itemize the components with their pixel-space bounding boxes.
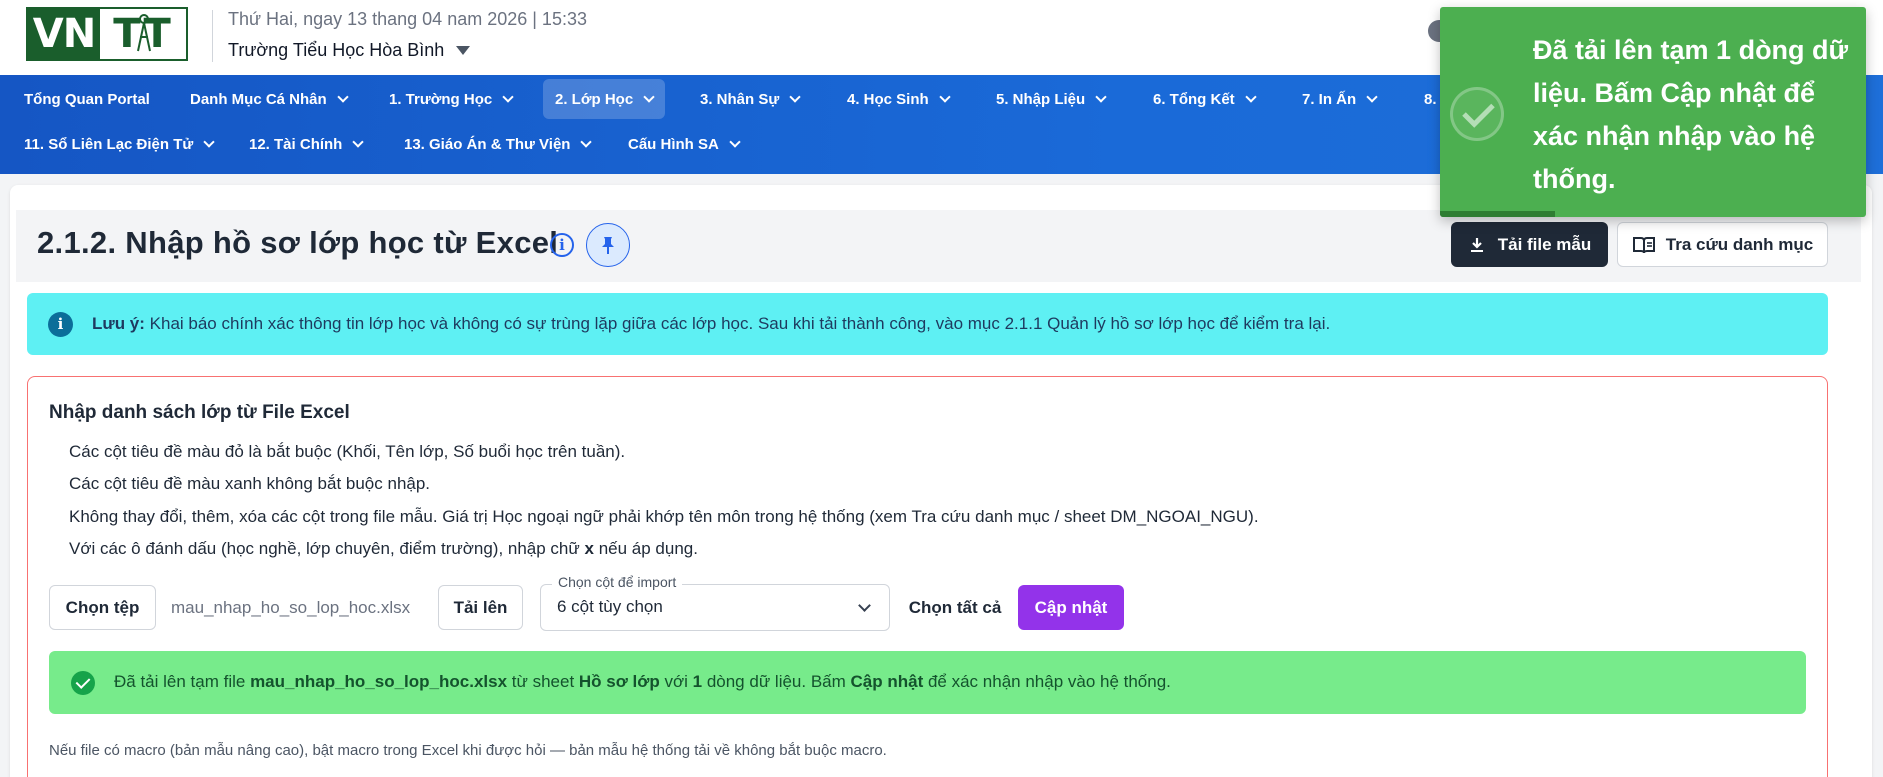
chevron-down-icon <box>352 136 365 148</box>
pin-button[interactable] <box>586 223 630 267</box>
nav-item-tong-quan-portal[interactable]: Tổng Quan Portal <box>12 79 162 119</box>
column-select-label: Chọn cột để import <box>552 574 683 590</box>
antenna-icon <box>137 14 151 52</box>
chevron-down-icon <box>1095 91 1107 103</box>
check-circle-icon <box>1450 87 1504 141</box>
nav-item-tong-ket[interactable]: 6. Tổng Kết <box>1141 79 1267 119</box>
rule-no-change-columns: Không thay đổi, thêm, xóa các cột trong … <box>69 507 1259 526</box>
nav-item-nhap-lieu[interactable]: 5. Nhập Liệu <box>984 79 1117 119</box>
nav-item-danh-muc-ca-nhan[interactable]: Danh Mục Cá Nhân <box>178 79 359 119</box>
selected-file-name: mau_nhap_ho_so_lop_hoc.xlsx <box>171 598 411 617</box>
macro-note: Nếu file có macro (bản mẫu nâng cao), bậ… <box>49 742 887 759</box>
school-selector[interactable]: Trường Tiểu Học Hòa Bình <box>228 40 471 61</box>
chevron-down-icon <box>729 136 741 148</box>
info-circle-icon: i <box>48 312 73 337</box>
chevron-down-icon <box>502 91 514 103</box>
lookup-catalog-button[interactable]: Tra cứu danh mục <box>1617 222 1828 267</box>
choose-file-button[interactable]: Chọn tệp <box>49 585 156 630</box>
import-title: Nhập danh sách lớp từ File Excel <box>49 402 350 423</box>
nav-item-so-lien-lac[interactable]: 11. Sổ Liên Lạc Điện Tử <box>12 124 225 164</box>
chevron-down-icon <box>337 91 349 103</box>
toast-notification[interactable]: Đã tải lên tạm 1 dòng dữ liệu. Bấm Cập n… <box>1440 7 1866 217</box>
caret-down-icon <box>456 46 471 55</box>
toast-message: Đã tải lên tạm 1 dòng dữ liệu. Bấm Cập n… <box>1533 35 1849 194</box>
nav-item-truong-hoc[interactable]: 1. Trường Học <box>377 79 524 119</box>
nav-item-in-an[interactable]: 7. In Ấn <box>1290 79 1388 119</box>
nav-item-nhan-su[interactable]: 3. Nhân Sự <box>688 79 811 119</box>
rule-required-columns: Các cột tiêu đề màu đỏ là bắt buộc (Khối… <box>69 442 626 461</box>
rule-checkbox-cells: Với các ô đánh dấu (học nghề, lớp chuyên… <box>69 539 698 558</box>
site-logo[interactable]: VN TT <box>26 7 188 61</box>
toast-progress-bar <box>1440 211 1556 217</box>
upload-button[interactable]: Tải lên <box>438 585 523 630</box>
success-alert: Đã tải lên tạm file mau_nhap_ho_so_lop_h… <box>49 651 1806 714</box>
chevron-down-icon <box>203 136 215 148</box>
info-icon[interactable]: i <box>550 233 574 257</box>
download-icon <box>1470 237 1483 252</box>
chevron-down-icon <box>580 136 593 148</box>
info-alert: i Lưu ý: Khai báo chính xác thông tin lớ… <box>27 293 1828 355</box>
header-divider <box>212 10 213 62</box>
download-template-button[interactable]: Tải file mẫu <box>1451 222 1608 267</box>
school-name: Trường Tiểu Học Hòa Bình <box>228 40 445 60</box>
chevron-down-icon <box>939 91 951 103</box>
book-icon <box>1632 236 1655 253</box>
nav-item-cau-hinh-sa[interactable]: Cấu Hình SA <box>616 124 751 164</box>
chevron-down-icon <box>643 91 655 103</box>
rule-optional-columns: Các cột tiêu đề màu xanh không bắt buộc … <box>69 474 431 493</box>
logo-text-left: VN <box>28 9 100 59</box>
chevron-down-icon <box>1366 91 1378 103</box>
chevron-down-icon <box>1245 91 1257 103</box>
nav-item-lop-hoc[interactable]: 2. Lớp Học <box>543 79 666 119</box>
import-panel <box>27 376 1828 777</box>
success-alert-text: Đã tải lên tạm file mau_nhap_ho_so_lop_h… <box>114 672 1171 691</box>
current-datetime: Thứ Hai, ngay 13 thang 04 nam 2026 | 15:… <box>228 9 587 29</box>
select-all-button[interactable]: Chọn tất cả <box>905 585 1005 630</box>
nav-item-hoc-sinh[interactable]: 4. Học Sinh <box>835 79 961 119</box>
nav-item-tai-chinh[interactable]: 12. Tài Chính <box>237 124 374 164</box>
update-button[interactable]: Cập nhật <box>1018 585 1124 630</box>
nav-item-giao-an[interactable]: 13. Giáo Án & Thư Viện <box>392 124 602 164</box>
logo-text-right: TT <box>113 11 173 57</box>
check-circle-icon <box>71 671 95 695</box>
column-select-value: 6 cột tùy chọn <box>557 597 663 616</box>
page-title: 2.1.2. Nhập hồ sơ lớp học từ Excel <box>37 225 559 260</box>
chevron-down-icon <box>789 91 801 103</box>
info-alert-text: Lưu ý: Khai báo chính xác thông tin lớp … <box>92 314 1331 333</box>
pin-icon <box>602 237 614 254</box>
